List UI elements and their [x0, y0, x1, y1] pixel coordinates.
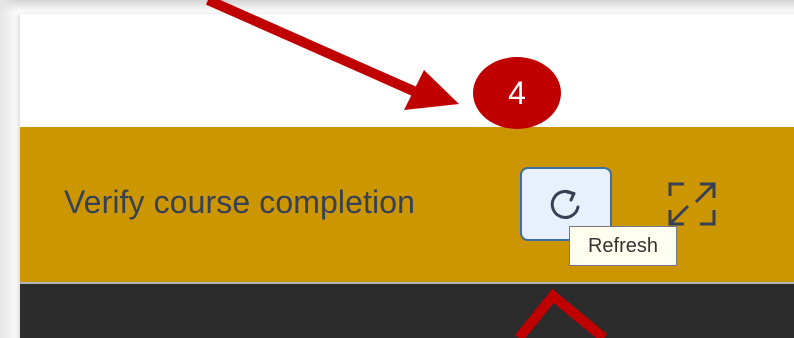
step-number-badge: 4 [473, 57, 561, 129]
screenshot-stage: Verify course completion Refresh 4 [0, 0, 794, 338]
dark-content-bar [20, 282, 794, 338]
refresh-icon [550, 189, 580, 219]
top-shadow [0, 0, 794, 12]
refresh-tooltip: Refresh [569, 226, 677, 266]
expand-icon[interactable] [666, 180, 718, 228]
card-top-area [20, 14, 794, 126]
left-shadow [0, 0, 20, 338]
card-title: Verify course completion [64, 184, 416, 220]
